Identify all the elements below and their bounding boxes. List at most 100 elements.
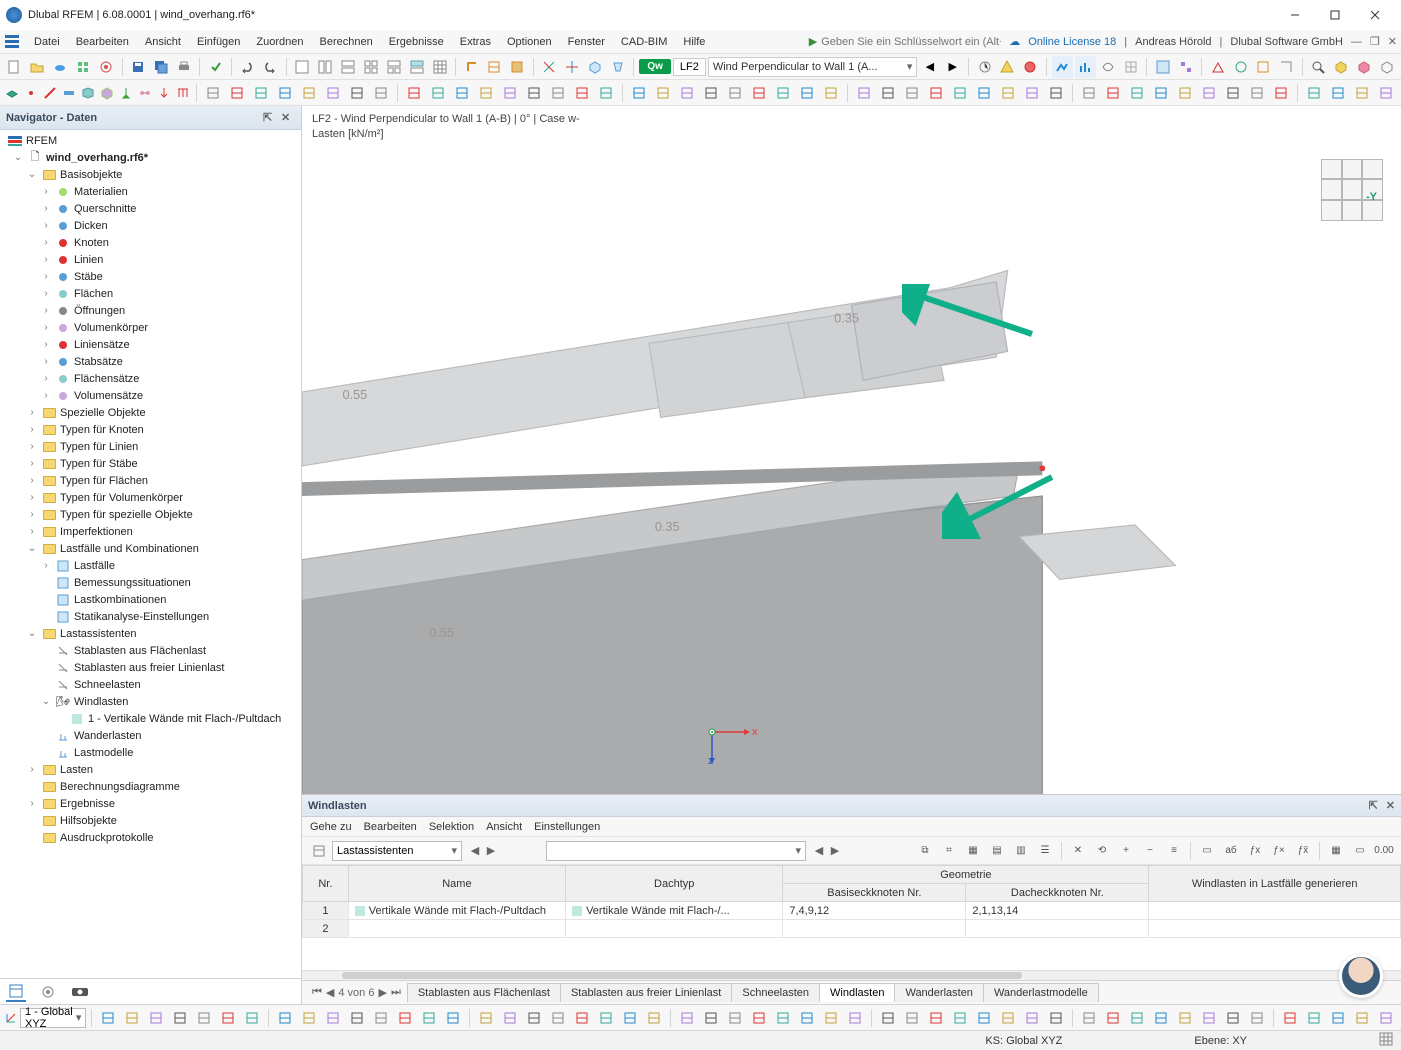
expand-icon[interactable]: › [40,237,52,248]
draw-tool-25[interactable] [820,82,842,104]
table-row[interactable]: 1 Vertikale Wände mit Flach-/Pultdach Ve… [303,902,1401,920]
cell-gen[interactable] [1149,920,1401,938]
draw-tool-38[interactable] [1150,82,1172,104]
save-button[interactable] [127,56,148,78]
panel-tool-4[interactable]: ▥ [1010,840,1032,862]
cell-dachtyp[interactable]: Vertikale Wände mit Flach-/... [566,902,783,920]
solid-button[interactable] [99,82,116,104]
cube-a-button[interactable] [1331,56,1352,78]
surface-button[interactable] [80,82,97,104]
draw-tool-17[interactable] [628,82,650,104]
table-button[interactable] [429,56,450,78]
draw-tool-47[interactable] [1375,82,1397,104]
expand-icon[interactable]: › [40,390,52,401]
panel-tool-17[interactable]: ƒx̄ [1292,840,1314,862]
zoom-button[interactable] [1308,56,1329,78]
tree-root[interactable]: RFEM [26,135,57,147]
snap-tool-0[interactable] [97,1007,119,1029]
panel-tool-5[interactable]: ☰ [1034,840,1056,862]
panel-tool-13[interactable]: ▭ [1196,840,1218,862]
loads-b-button[interactable] [484,56,505,78]
col-dach[interactable]: Dacheckknoten Nr. [966,884,1149,902]
snap-tool-7[interactable] [274,1007,296,1029]
tree-la-group[interactable]: Lastassistenten [60,628,136,640]
snap-tool-35[interactable] [973,1007,995,1029]
tree-item[interactable]: Volumensätze [74,390,143,402]
snap-tool-38[interactable] [1045,1007,1067,1029]
layout-1-button[interactable] [292,56,313,78]
draw-tool-18[interactable] [652,82,674,104]
snap-tool-23[interactable] [676,1007,698,1029]
cell-basis[interactable]: 7,4,9,12 [783,902,966,920]
menu-hilfe[interactable]: Hilfe [675,33,713,51]
panel-category-combo[interactable]: Lastassistenten▾ [332,841,462,861]
tree-item[interactable]: Stablasten aus freier Linienlast [74,662,224,674]
panel-tool-7[interactable]: ✕ [1067,840,1089,862]
panel-pin-icon[interactable]: ⇱ [1369,799,1378,812]
snap-tool-40[interactable] [1102,1007,1124,1029]
block-button[interactable] [73,56,94,78]
new-file-button[interactable] [4,56,25,78]
draw-tool-0[interactable] [202,82,224,104]
release-button[interactable] [136,82,153,104]
cloud-open-button[interactable] [50,56,71,78]
expand-icon[interactable]: ⌄ [26,169,38,180]
draw-tool-40[interactable] [1198,82,1220,104]
keyword-search[interactable]: ▶ [809,35,1001,48]
tree-basis[interactable]: Basisobjekte [60,169,122,181]
snap-tool-6[interactable] [241,1007,263,1029]
menu-cad-bim[interactable]: CAD-BIM [613,33,675,51]
snap-tool-31[interactable] [877,1007,899,1029]
cube-c-button[interactable] [1376,56,1397,78]
tree-group[interactable]: Imperfektionen [60,526,133,538]
keyword-search-input[interactable] [821,36,1001,48]
snap-tool-28[interactable] [796,1007,818,1029]
menu-fenster[interactable]: Fenster [560,33,613,51]
view-x-button[interactable] [539,56,560,78]
snap-tool-5[interactable] [217,1007,239,1029]
panel-menu-bearb[interactable]: Bearbeiten [364,821,417,833]
tree-item[interactable]: Knoten [74,237,109,249]
snap-tool-50[interactable] [1351,1007,1373,1029]
draw-tool-9[interactable] [427,82,449,104]
expand-icon[interactable]: ⌄ [26,628,38,639]
undo-button[interactable] [237,56,258,78]
col-gen[interactable]: Windlasten in Lastfälle generieren [1149,866,1401,902]
navigator-tree[interactable]: RFEM ⌄ 🗋 wind_overhang.rf6* ⌄ Basisobjek… [0,130,301,978]
tree-item[interactable]: Liniensätze [74,339,130,351]
lc-prev-button[interactable]: ◀ [919,56,940,78]
extra-c-button[interactable] [1253,56,1274,78]
cell-name[interactable]: Vertikale Wände mit Flach-/Pultdach [348,902,565,920]
snap-tool-14[interactable] [442,1007,464,1029]
draw-tool-11[interactable] [475,82,497,104]
panel-tab-1[interactable]: Stablasten aus freier Linienlast [560,983,732,1002]
expand-icon[interactable]: › [26,509,38,520]
draw-tool-30[interactable] [949,82,971,104]
expand-icon[interactable]: › [26,424,38,435]
filter-prev[interactable]: ◀ [812,844,826,857]
expand-icon[interactable]: › [40,220,52,231]
expand-icon[interactable]: › [26,441,38,452]
expand-icon[interactable]: › [40,254,52,265]
panel-tool-14[interactable]: aб [1220,840,1242,862]
expand-icon[interactable]: › [26,764,38,775]
draw-tool-37[interactable] [1126,82,1148,104]
line-button[interactable] [42,82,59,104]
extra-a-button[interactable] [1207,56,1228,78]
draw-tool-23[interactable] [772,82,794,104]
draw-tool-4[interactable] [298,82,320,104]
tree-group[interactable]: Lasten [60,764,93,776]
draw-tool-24[interactable] [796,82,818,104]
load-1-button[interactable] [155,82,172,104]
expand-icon[interactable]: › [40,203,52,214]
draw-tool-43[interactable] [1270,82,1292,104]
draw-tool-10[interactable] [451,82,473,104]
menu-berechnen[interactable]: Berechnen [312,33,381,51]
snap-tool-33[interactable] [925,1007,947,1029]
tree-group[interactable]: Hilfsobjekte [60,815,117,827]
draw-tool-19[interactable] [676,82,698,104]
tree-item[interactable]: Querschnitte [74,203,136,215]
draw-tool-39[interactable] [1174,82,1196,104]
snap-tool-12[interactable] [394,1007,416,1029]
draw-tool-6[interactable] [346,82,368,104]
